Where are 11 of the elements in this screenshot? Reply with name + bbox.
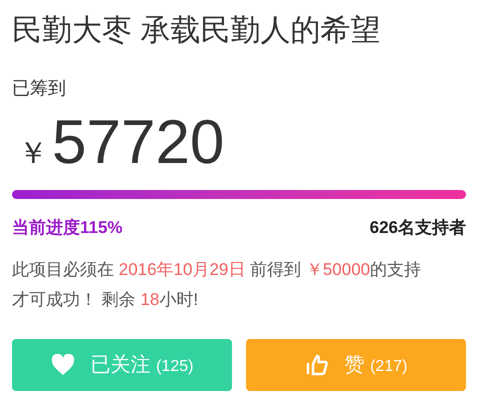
page-title: 民勤大枣 承载民勤人的希望 <box>12 13 382 49</box>
raised-label: 已筹到 <box>12 77 67 100</box>
follow-button[interactable]: 已关注 (125) <box>12 338 232 390</box>
funding-notice: 此项目必须在 2016年10月29日 前得到 ￥50000的支持才可成功！ 剩余 18小时! <box>12 258 422 310</box>
currency-symbol: ￥ <box>18 136 48 172</box>
raised-amount: 57720 <box>52 108 224 178</box>
progress-percent: 当前进度115% <box>12 217 123 239</box>
supporter-count: 626名支持者 <box>370 217 466 239</box>
thumbs-up-icon <box>304 354 329 376</box>
like-button[interactable]: 赞 (217) <box>246 338 466 390</box>
heart-icon <box>50 354 75 376</box>
